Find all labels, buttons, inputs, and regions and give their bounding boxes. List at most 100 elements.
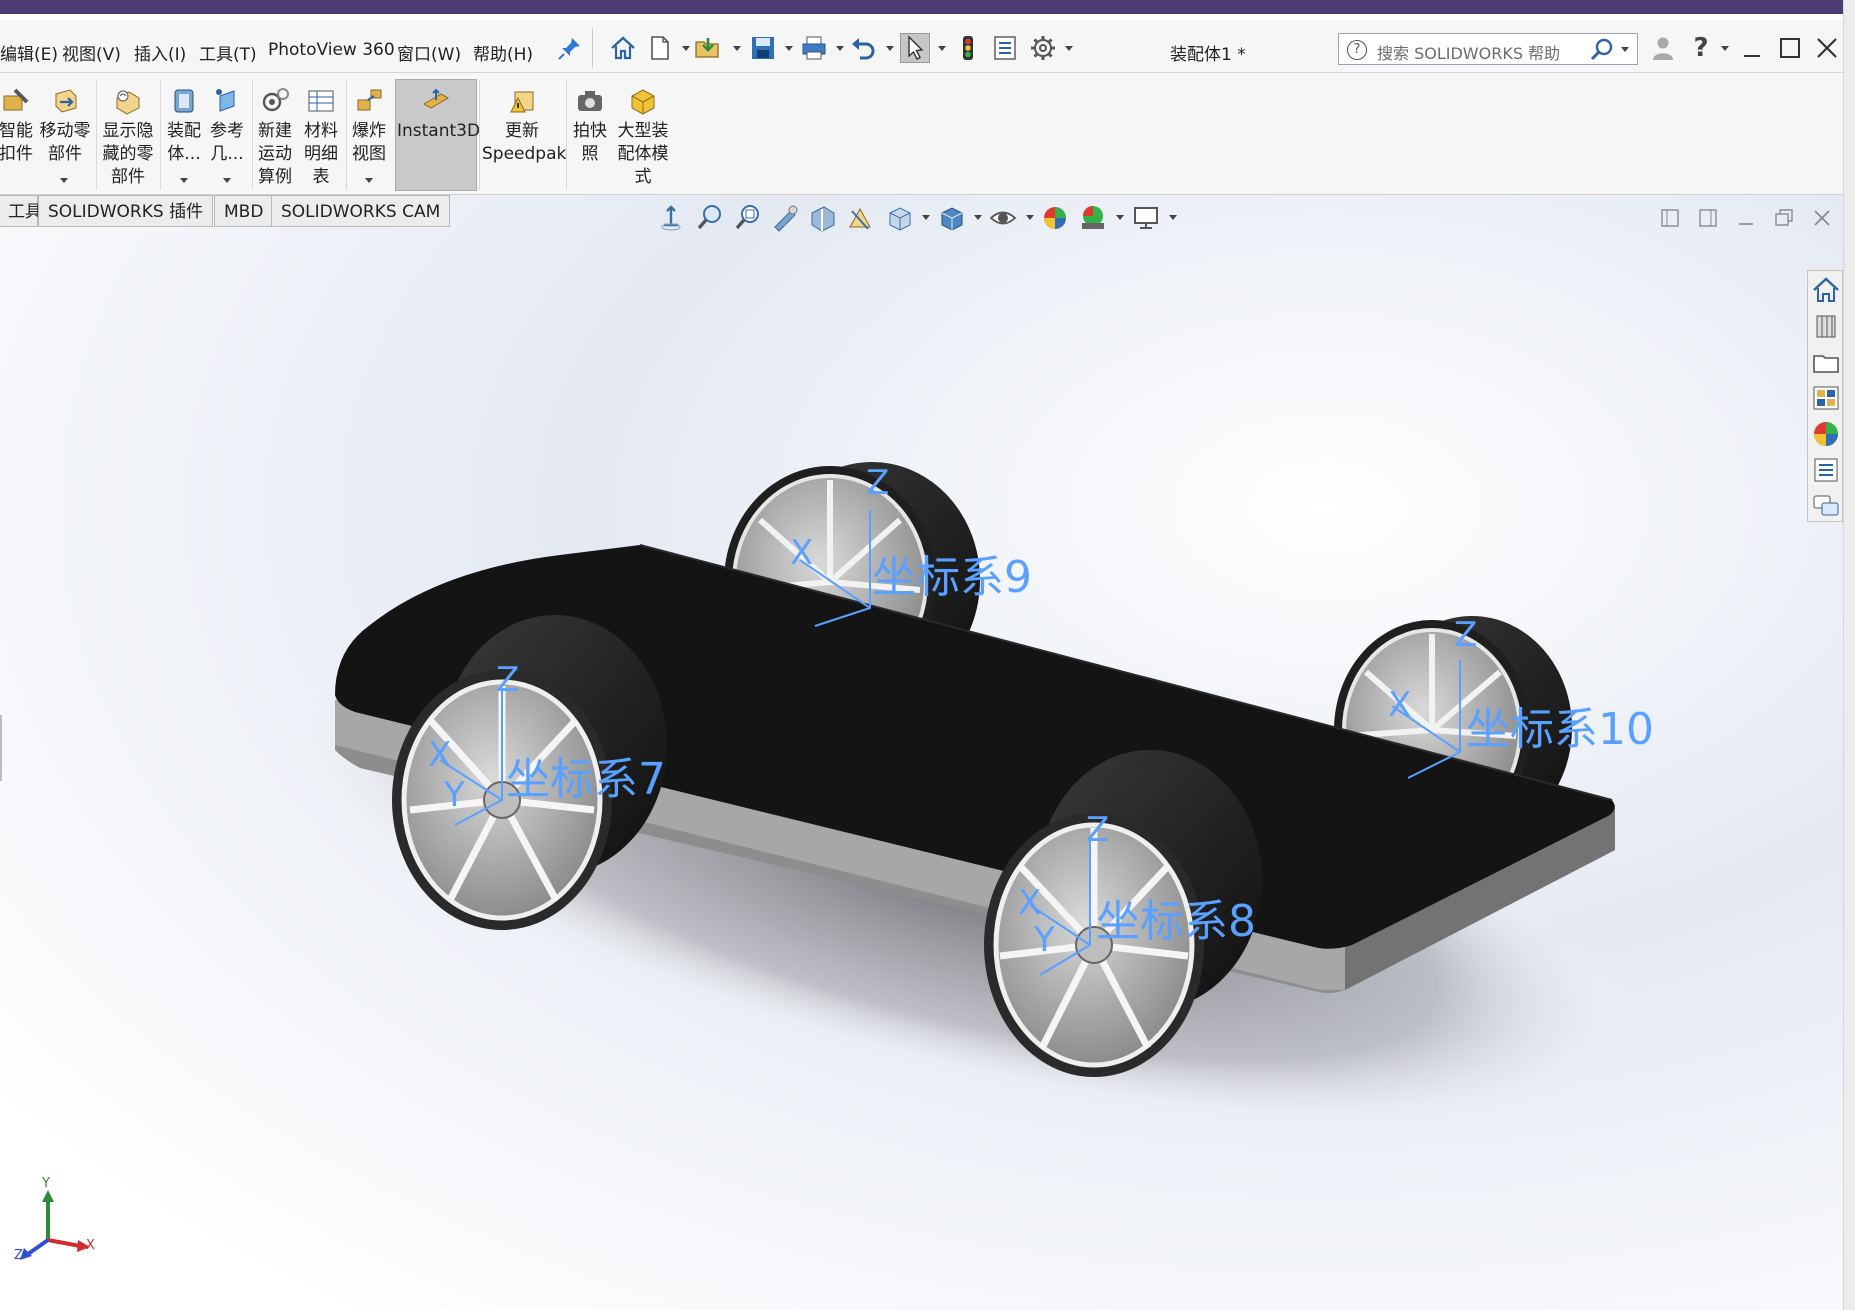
undo-icon[interactable] [848, 33, 878, 63]
doc-close-icon[interactable] [1811, 207, 1833, 229]
coordinate-system-7-label[interactable]: 坐标系7 [506, 743, 666, 807]
menu-help[interactable]: 帮助(H) [473, 40, 533, 65]
user-account-icon[interactable] [1648, 33, 1678, 63]
tab-solidworks-addins[interactable]: SOLIDWORKS 插件 [38, 195, 214, 227]
pin-icon[interactable] [555, 33, 585, 63]
view-settings-dropdown-icon[interactable] [1169, 215, 1177, 220]
assembly-features-dropdown-icon[interactable] [180, 178, 188, 183]
move-component-dropdown-icon[interactable] [60, 178, 68, 183]
help-dropdown-icon[interactable] [1721, 46, 1729, 51]
save-icon[interactable] [748, 33, 778, 63]
design-library-icon[interactable] [1811, 311, 1841, 341]
maximize-icon[interactable] [1775, 33, 1805, 63]
select-pointer-icon[interactable] [900, 33, 930, 63]
menu-tools[interactable]: 工具(T) [199, 40, 257, 65]
close-icon[interactable] [1812, 33, 1842, 63]
tab-tools[interactable]: 工具 [0, 195, 42, 227]
ribbon-reference-geometry-button[interactable]: 参考 几... [207, 80, 247, 166]
rebuild-traffic-light-icon[interactable] [953, 33, 983, 63]
view-orientation-icon[interactable] [884, 203, 914, 233]
ribbon-exploded-view-button[interactable]: 爆炸 视图 [348, 80, 390, 166]
edit-appearance-icon[interactable] [1040, 203, 1070, 233]
options-dropdown-icon[interactable] [1065, 46, 1073, 51]
cs10-x-axis-label: X [1388, 685, 1412, 725]
ribbon-smart-fastener-button[interactable]: 智能 扣件 [0, 80, 34, 166]
ribbon-instant3d-button[interactable]: Instant3D [397, 86, 480, 143]
select-dropdown-icon[interactable] [938, 46, 946, 51]
ribbon-snapshot-button[interactable]: 拍快 照 [570, 80, 610, 166]
graphics-viewport[interactable]: Z X 坐标系9 Z X 坐标系10 Z X Y 坐标系7 Z X Y 坐标系8… [0, 195, 1843, 1310]
dynamic-annotation-icon[interactable] [846, 203, 876, 233]
search-input[interactable]: 搜索 SOLIDWORKS 帮助 [1377, 40, 1560, 64]
search-dropdown-icon[interactable] [1621, 47, 1629, 52]
menu-edit[interactable]: 编辑(E) [0, 40, 58, 65]
options-gear-icon[interactable] [1028, 33, 1058, 63]
show-hidden-icon [113, 86, 143, 116]
title-bar [0, 0, 1855, 14]
tab-mbd[interactable]: MBD [214, 195, 274, 227]
ribbon-label-line: 装配 [167, 121, 201, 141]
reference-geometry-dropdown-icon[interactable] [223, 178, 231, 183]
apply-scene-dropdown-icon[interactable] [1116, 215, 1124, 220]
save-dropdown-icon[interactable] [785, 46, 793, 51]
doc-minimize-icon[interactable] [1735, 207, 1757, 229]
ribbon-label-line: Speedpak [482, 144, 567, 164]
doc-restore-icon[interactable] [1773, 207, 1795, 229]
previous-view-icon[interactable] [656, 203, 686, 233]
exploded-view-dropdown-icon[interactable] [365, 178, 373, 183]
hide-show-dropdown-icon[interactable] [1026, 215, 1034, 220]
display-style-dropdown-icon[interactable] [974, 215, 982, 220]
help-icon[interactable]: ? [1686, 33, 1716, 63]
solidworks-forum-icon[interactable] [1811, 491, 1841, 521]
minimize-icon[interactable] [1737, 33, 1767, 63]
ribbon-assembly-features-button[interactable]: 装配 体... [164, 80, 204, 166]
split-right-icon[interactable] [1697, 207, 1719, 229]
print-icon[interactable] [799, 33, 829, 63]
display-style-icon[interactable] [936, 203, 966, 233]
menu-insert[interactable]: 插入(I) [134, 40, 186, 65]
view-palette-icon[interactable] [1811, 383, 1841, 413]
file-explorer-icon[interactable] [1811, 347, 1841, 377]
left-panel-edge[interactable] [0, 715, 2, 781]
ribbon-bom-button[interactable]: 材料 明细 表 [300, 80, 342, 189]
search-icon[interactable] [1589, 37, 1615, 63]
appearances-scenes-icon[interactable] [1811, 419, 1841, 449]
smart-fastener-icon [1, 86, 31, 116]
ribbon-show-hidden-button[interactable]: 显示隐 藏的零 部件 [100, 80, 156, 189]
ribbon-new-motion-study-button[interactable]: 新建 运动 算例 [254, 80, 296, 189]
home-icon[interactable] [608, 33, 638, 63]
menu-window[interactable]: 窗口(W) [397, 40, 461, 65]
section-view-icon[interactable] [808, 203, 838, 233]
solidworks-resources-home-icon[interactable] [1811, 275, 1841, 305]
zoom-to-fit-icon[interactable] [695, 203, 725, 233]
ribbon-label-line: 配体模 [617, 144, 669, 164]
hide-show-items-icon[interactable] [988, 203, 1018, 233]
coordinate-system-8-label[interactable]: 坐标系8 [1096, 885, 1256, 949]
custom-properties-icon[interactable] [1811, 455, 1841, 485]
new-document-icon[interactable] [645, 33, 675, 63]
triad-x-label: X [86, 1238, 95, 1253]
menu-view[interactable]: 视图(V) [62, 40, 121, 65]
print-dropdown-icon[interactable] [836, 46, 844, 51]
ribbon-large-assembly-mode-button[interactable]: 大型装 配体模 式 [612, 80, 674, 189]
undo-dropdown-icon[interactable] [886, 46, 894, 51]
coordinate-system-9-label[interactable]: 坐标系9 [872, 541, 1032, 605]
view-orientation-dropdown-icon[interactable] [922, 215, 930, 220]
zoom-to-area-icon[interactable] [733, 203, 763, 233]
ribbon-move-component-button[interactable]: 移动零 部件 [38, 80, 92, 166]
open-dropdown-icon[interactable] [733, 46, 741, 51]
menu-photoview[interactable]: PhotoView 360 [268, 40, 395, 60]
search-box[interactable]: ? 搜索 SOLIDWORKS 帮助 [1338, 33, 1638, 65]
new-dropdown-icon[interactable] [682, 46, 690, 51]
file-properties-icon[interactable] [990, 33, 1020, 63]
view-settings-monitor-icon[interactable] [1131, 203, 1161, 233]
split-left-icon[interactable] [1659, 207, 1681, 229]
coordinate-system-10-label[interactable]: 坐标系10 [1466, 693, 1654, 757]
ribbon-label-line: 大型装 [617, 121, 669, 141]
right-edge-scrollbar[interactable] [1843, 0, 1855, 1310]
ribbon-update-speedpak-button[interactable]: 更新 Speedpak [482, 80, 567, 166]
view-orientation-pencil-icon[interactable] [771, 203, 801, 233]
apply-scene-icon[interactable] [1078, 203, 1108, 233]
tab-solidworks-cam[interactable]: SOLIDWORKS CAM [271, 195, 451, 227]
open-icon[interactable] [693, 33, 723, 63]
